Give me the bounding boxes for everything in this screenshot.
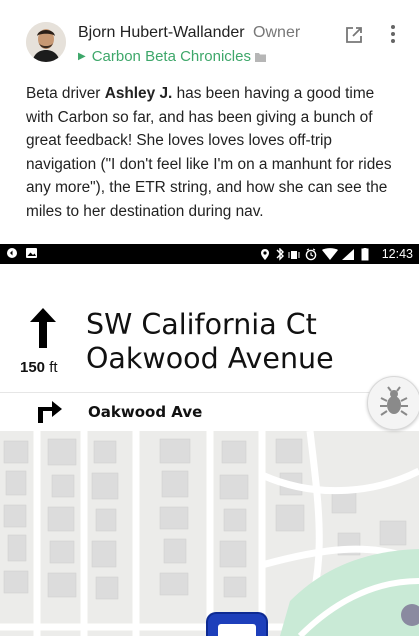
attached-screenshot[interactable]: 12:43 150 ft SW California Ct Oakwood Av… [0, 244, 419, 636]
secondary-street: Oakwood Avenue [86, 342, 334, 375]
folder-icon [254, 49, 266, 66]
distance-unit: ft [49, 359, 58, 376]
navigation-panel: 150 ft SW California Ct Oakwood Avenue [0, 264, 419, 392]
driver-name: Ashley J. [104, 85, 173, 102]
author-line: Bjorn Hubert-Wallander Owner [78, 24, 300, 42]
author-role: Owner [253, 24, 301, 41]
avatar[interactable] [26, 22, 66, 62]
distance-value: 150 [20, 359, 46, 376]
post-body: Beta driver Ashley J. has been having a … [26, 82, 398, 223]
status-time: 12:43 [381, 247, 413, 261]
map-view[interactable] [0, 431, 419, 636]
status-right-icons: 12:43 [260, 247, 413, 262]
turn-right-icon [36, 399, 64, 423]
vehicle-marker [206, 612, 268, 636]
maneuver-distance: 150 ft [20, 359, 58, 376]
report-bug-button[interactable] [367, 376, 419, 430]
open-external-icon[interactable] [345, 26, 363, 44]
author-name[interactable]: Bjorn Hubert-Wallander [78, 24, 245, 41]
post-header: Bjorn Hubert-Wallander Owner ▶ Carbon Bet… [26, 22, 399, 70]
post-body-intro: Beta driver [26, 85, 105, 102]
more-vert-icon[interactable] [389, 24, 397, 44]
bug-icon [380, 386, 408, 416]
poi-marker[interactable] [401, 604, 419, 626]
caret-right-icon: ▶ [78, 51, 86, 62]
next-maneuver-bar: Oakwood Ave [0, 392, 419, 432]
status-left-icons [6, 247, 40, 262]
community-link[interactable]: ▶ Carbon Beta Chronicles [78, 48, 266, 66]
status-bar: 12:43 [0, 244, 419, 264]
arrow-up-icon [30, 308, 56, 348]
community-name[interactable]: Carbon Beta Chronicles [92, 48, 251, 65]
next-turn-street: Oakwood Ave [88, 403, 203, 421]
post-body-text: has been having a good time with Carbon … [26, 85, 392, 220]
primary-street: SW California Ct [86, 308, 317, 341]
post-card: Bjorn Hubert-Wallander Owner ▶ Carbon Bet… [0, 0, 419, 636]
